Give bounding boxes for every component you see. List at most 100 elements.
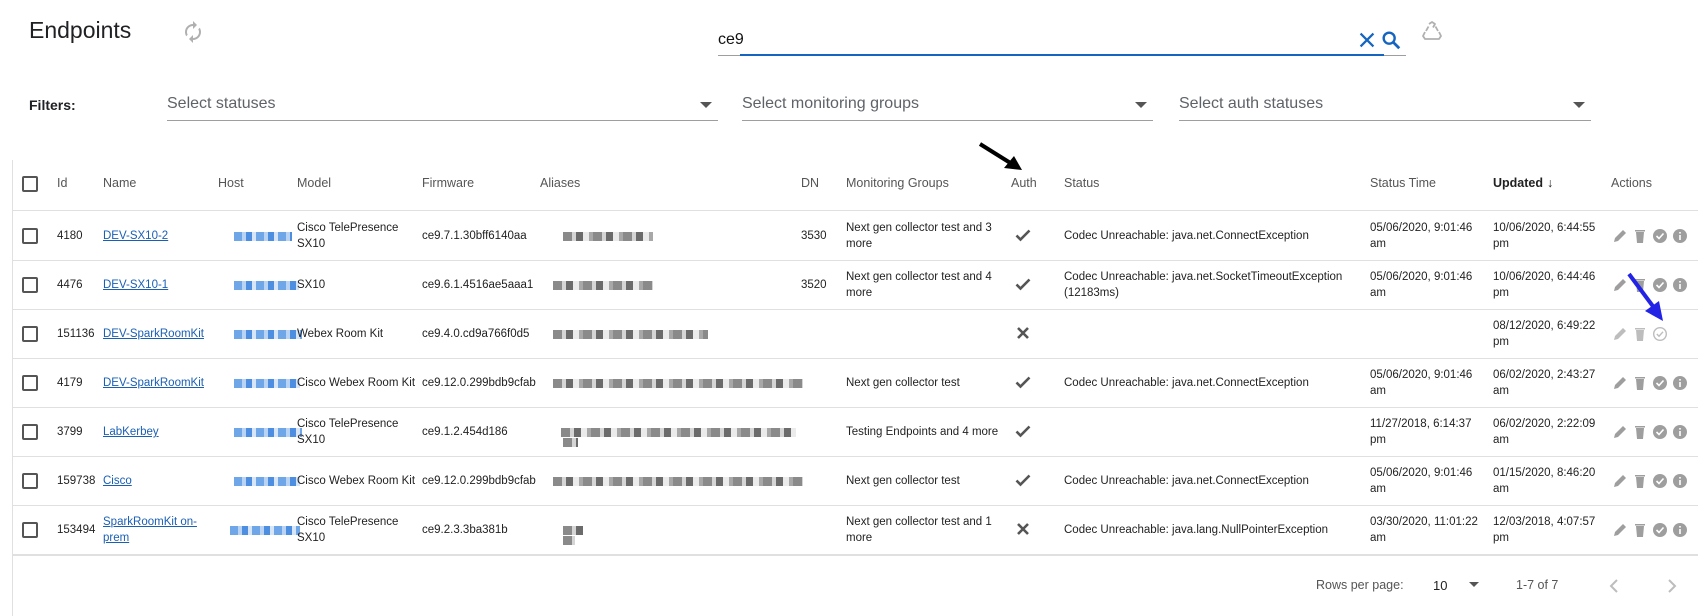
table-row[interactable]: 4179 DEV-SparkRoomKit Cisco Webex Room K… <box>13 359 1698 408</box>
table-row[interactable]: 4476 DEV-SX10-1 SX10 ce9.6.1.4516ae5aaa1… <box>13 261 1698 310</box>
endpoint-name-link[interactable]: DEV-SparkRoomKit <box>103 375 205 391</box>
pagination-range: 1-7 of 7 <box>1516 578 1559 592</box>
check-circle-icon[interactable] <box>1652 424 1668 440</box>
delete-icon[interactable] <box>1632 228 1648 244</box>
host-redacted <box>234 232 292 241</box>
delete-icon[interactable] <box>1632 375 1648 391</box>
column-header-actions: Actions <box>1611 176 1652 190</box>
delete-icon[interactable] <box>1632 522 1648 538</box>
table-row[interactable]: 4180 DEV-SX10-2 Cisco TelePresence SX10 … <box>13 212 1698 261</box>
row-checkbox[interactable] <box>22 277 38 293</box>
next-page-icon[interactable] <box>1662 576 1682 596</box>
edit-icon[interactable] <box>1612 473 1628 489</box>
column-header-host[interactable]: Host <box>218 176 244 190</box>
edit-icon[interactable] <box>1612 522 1628 538</box>
cell-status: Codec Unreachable: java.net.ConnectExcep… <box>1064 377 1309 389</box>
select-all-checkbox[interactable] <box>22 176 38 192</box>
check-circle-outline-icon[interactable] <box>1652 326 1668 342</box>
column-header-auth[interactable]: Auth <box>1011 176 1037 190</box>
row-checkbox[interactable] <box>22 326 38 342</box>
cell-status-time: 11/27/2018, 6:14:37 pm <box>1370 418 1472 446</box>
search-input[interactable] <box>718 28 1318 52</box>
row-checkbox[interactable] <box>22 375 38 391</box>
info-icon[interactable] <box>1672 522 1688 538</box>
endpoint-name-link[interactable]: DEV-SX10-1 <box>103 277 205 293</box>
column-header-model[interactable]: Model <box>297 176 331 190</box>
column-header-monitoring-groups[interactable]: Monitoring Groups <box>846 176 949 190</box>
edit-icon[interactable] <box>1612 228 1628 244</box>
host-redacted <box>234 379 300 388</box>
column-header-status-time[interactable]: Status Time <box>1370 176 1436 190</box>
endpoint-name-link[interactable]: DEV-SparkRoomKit <box>103 326 205 342</box>
endpoint-name-link[interactable]: LabKerbey <box>103 424 205 440</box>
auth-status-filter-select[interactable]: Select auth statuses <box>1179 89 1591 121</box>
annotation-arrow-black <box>978 142 1022 170</box>
row-checkbox[interactable] <box>22 473 38 489</box>
delete-icon[interactable] <box>1632 326 1648 342</box>
cell-status: Codec Unreachable: java.net.ConnectExcep… <box>1064 230 1309 242</box>
edit-icon[interactable] <box>1612 326 1628 342</box>
recycle-icon[interactable] <box>1420 20 1444 44</box>
row-checkbox[interactable] <box>22 522 38 538</box>
rows-per-page-select[interactable]: 10 <box>1433 574 1481 598</box>
column-header-updated[interactable]: Updated ↓ <box>1493 176 1553 190</box>
aliases-redacted <box>563 232 653 241</box>
chevron-down-icon <box>1469 582 1479 587</box>
auth-status-filter-placeholder: Select auth statuses <box>1179 95 1324 112</box>
aliases-redacted <box>553 477 803 486</box>
monitoring-group-filter-select[interactable]: Select monitoring groups <box>742 89 1153 121</box>
endpoint-name-link[interactable]: DEV-SX10-2 <box>103 228 205 244</box>
table-row[interactable]: 151136 DEV-SparkRoomKit Webex Room Kit c… <box>13 310 1698 359</box>
column-header-updated-label: Updated <box>1493 176 1543 190</box>
cell-monitoring-groups: Next gen collector test and 3 more <box>846 222 992 250</box>
row-checkbox[interactable] <box>22 424 38 440</box>
rows-per-page-label: Rows per page: <box>1316 578 1404 592</box>
cell-dn: 3530 <box>801 230 827 242</box>
cell-status-time: 03/30/2020, 11:01:22 am <box>1370 516 1478 544</box>
column-header-aliases[interactable]: Aliases <box>540 176 580 190</box>
edit-icon[interactable] <box>1612 424 1628 440</box>
cell-dn: 3520 <box>801 279 827 291</box>
table-header: Id Name Host Model Firmware Aliases DN M… <box>13 160 1698 211</box>
column-header-status[interactable]: Status <box>1064 176 1099 190</box>
search-icon[interactable] <box>1380 29 1402 51</box>
cell-firmware: ce9.12.0.299bdb9cfab <box>422 475 536 487</box>
endpoint-name-link[interactable]: SparkRoomKit on-prem <box>103 514 205 546</box>
cell-updated: 08/12/2020, 6:49:22 pm <box>1493 320 1596 348</box>
cell-model: Cisco TelePresence SX10 <box>297 222 399 250</box>
row-checkbox[interactable] <box>22 228 38 244</box>
status-filter-select[interactable]: Select statuses <box>167 89 718 121</box>
check-circle-icon[interactable] <box>1652 375 1668 391</box>
cell-status: Codec Unreachable: java.net.SocketTimeou… <box>1064 271 1343 299</box>
check-circle-icon[interactable] <box>1652 228 1668 244</box>
check-circle-icon[interactable] <box>1652 522 1668 538</box>
check-circle-icon[interactable] <box>1652 473 1668 489</box>
cell-id: 4180 <box>57 230 83 242</box>
info-icon[interactable] <box>1672 375 1688 391</box>
column-header-name[interactable]: Name <box>103 176 136 190</box>
close-icon[interactable] <box>1356 29 1378 51</box>
cell-firmware: ce9.12.0.299bdb9cfab <box>422 377 536 389</box>
cell-monitoring-groups: Next gen collector test and 4 more <box>846 271 992 299</box>
info-icon[interactable] <box>1672 473 1688 489</box>
cell-updated: 06/02/2020, 2:22:09 am <box>1493 418 1596 446</box>
cell-updated: 12/03/2018, 4:07:57 pm <box>1493 516 1596 544</box>
edit-icon[interactable] <box>1612 375 1628 391</box>
endpoint-name-link[interactable]: Cisco <box>103 473 205 489</box>
info-icon[interactable] <box>1672 228 1688 244</box>
refresh-icon[interactable] <box>181 20 205 44</box>
cell-status-time: 05/06/2020, 9:01:46 am <box>1370 271 1473 299</box>
table-row[interactable]: 3799 LabKerbey Cisco TelePresence SX10 c… <box>13 408 1698 457</box>
cell-id: 151136 <box>57 328 95 340</box>
info-icon[interactable] <box>1672 424 1688 440</box>
delete-icon[interactable] <box>1632 424 1648 440</box>
cross-icon <box>1017 523 1029 535</box>
column-header-id[interactable]: Id <box>57 176 67 190</box>
delete-icon[interactable] <box>1632 473 1648 489</box>
previous-page-icon[interactable] <box>1604 576 1624 596</box>
column-header-firmware[interactable]: Firmware <box>422 176 474 190</box>
table-row[interactable]: 153494 SparkRoomKit on-prem Cisco TelePr… <box>13 506 1698 555</box>
table-row[interactable]: 159738 Cisco Cisco Webex Room Kit ce9.12… <box>13 457 1698 506</box>
sort-descending-icon: ↓ <box>1547 176 1554 190</box>
column-header-dn[interactable]: DN <box>801 176 819 190</box>
